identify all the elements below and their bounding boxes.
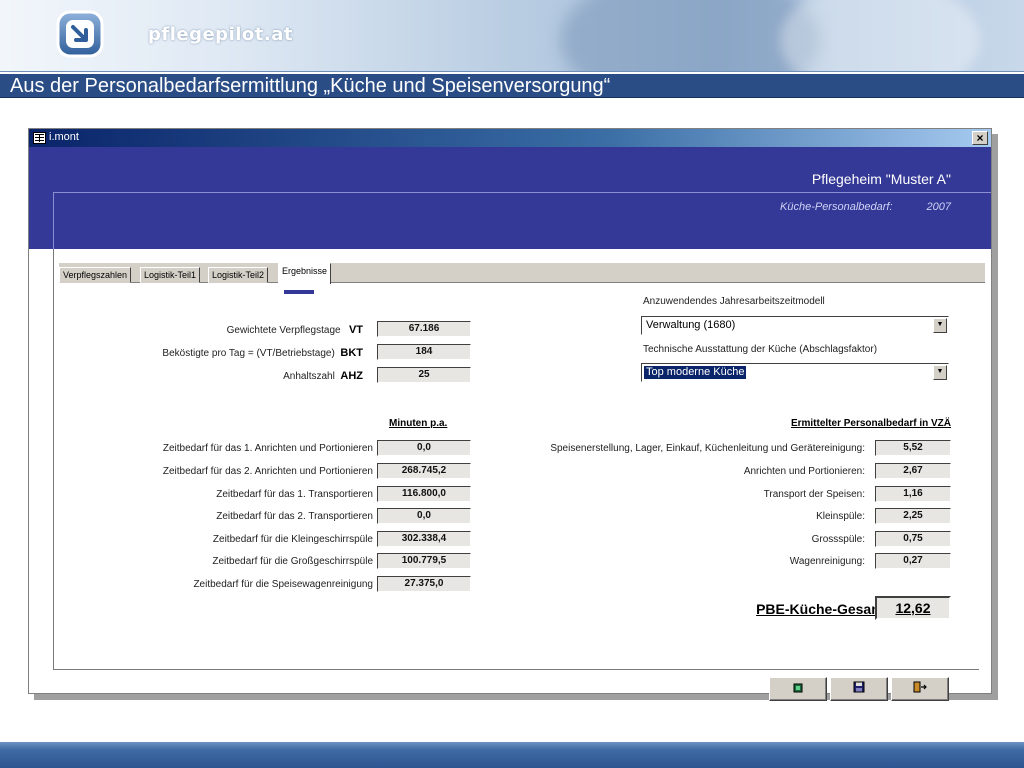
minutes-row-label: Zeitbedarf für das 2. Transportieren — [216, 511, 373, 522]
brand-name: pflegepilot.at — [148, 24, 293, 45]
minutes-row-value[interactable]: 27.375,0 — [377, 576, 471, 592]
window-title: i.mont — [49, 131, 79, 143]
staff-row-label: Kleinspüle: — [816, 511, 865, 522]
chevron-down-icon[interactable]: ▼ — [933, 365, 947, 380]
minutes-row-label: Zeitbedarf für die Kleingeschirrspüle — [212, 534, 373, 545]
tab-strip: Verpflegszahlen Logistik-Teil1 Logistik-… — [59, 263, 985, 284]
report-year: 2007 — [926, 201, 951, 213]
total-value[interactable]: 12,62 — [875, 596, 951, 620]
close-button[interactable]: × — [972, 131, 988, 145]
report-subtitle: Küche-Personalbedarf: 2007 — [780, 201, 951, 213]
staff-row-value[interactable]: 1,16 — [875, 486, 951, 502]
exit-door-icon — [913, 681, 927, 693]
staff-row-label: Grossspüle: — [811, 534, 865, 545]
equipment-select[interactable]: Top moderne Küche ▼ — [641, 363, 949, 382]
work-model-label: Anzuwendendes Jahresarbeitszeitmodell — [643, 296, 825, 307]
staff-header: Ermittelter Personalbedarf in VZÄ — [790, 418, 951, 429]
pflegepilot-logo-icon — [56, 10, 104, 58]
minutes-row-value[interactable]: 116.800,0 — [377, 486, 471, 502]
minutes-row-value[interactable]: 268.745,2 — [377, 463, 471, 479]
save-button[interactable] — [830, 677, 888, 701]
staff-row-value[interactable]: 2,67 — [875, 463, 951, 479]
minutes-row-label: Zeitbedarf für das 1. Anrichten und Port… — [162, 443, 373, 454]
bkt-label: Beköstigte pro Tag = (VT/Betriebstage) B… — [162, 347, 363, 359]
staff-row-label: Anrichten und Portionieren: — [743, 466, 865, 477]
minutes-row-value[interactable]: 100.779,5 — [377, 553, 471, 569]
bkt-field[interactable]: 184 — [377, 344, 471, 360]
ahz-label: Anhaltszahl AHZ — [283, 370, 363, 382]
staff-row-value[interactable]: 0,27 — [875, 553, 951, 569]
slide-title: Aus der Personalbedarfsermittlung „Küche… — [0, 73, 1024, 98]
vt-field[interactable]: 67.186 — [377, 321, 471, 337]
equipment-value: Top moderne Küche — [644, 366, 747, 379]
facility-name: Pflegeheim "Muster A" — [811, 171, 951, 187]
minutes-row-label: Zeitbedarf für die Großgeschirrspüle — [212, 556, 373, 567]
tab-logistik-teil2[interactable]: Logistik-Teil2 — [208, 267, 269, 283]
staff-row-label: Wagenreinigung: — [789, 556, 865, 567]
work-model-value: Verwaltung (1680) — [646, 319, 736, 331]
form-area: Pflegeheim "Muster A" Küche-Personalbeda… — [29, 147, 991, 701]
minutes-row-label: Zeitbedarf für die Speisewagenreinigung — [193, 579, 373, 590]
staff-row-value[interactable]: 2,25 — [875, 508, 951, 524]
minutes-row-value[interactable]: 302.338,4 — [377, 531, 471, 547]
total-label: PBE-Küche-Gesamt: — [756, 601, 893, 617]
footer-bar — [0, 742, 1024, 768]
tab-indicator — [284, 290, 314, 294]
form-app-icon[interactable] — [33, 132, 46, 144]
staff-row-value[interactable]: 5,52 — [875, 440, 951, 456]
slide: pflegepilot.at Aus der Personalbedarfser… — [0, 0, 1024, 768]
report-name: Küche-Personalbedarf: — [780, 201, 893, 213]
staff-row-label: Transport der Speisen: — [763, 489, 865, 500]
tab-ergebnisse[interactable]: Ergebnisse — [278, 263, 332, 284]
window-titlebar[interactable]: i.mont × — [29, 129, 991, 147]
staff-row-value[interactable]: 0,75 — [875, 531, 951, 547]
minutes-header: Minuten p.a. — [389, 418, 448, 429]
minutes-row-label: Zeitbedarf für das 2. Anrichten und Port… — [162, 466, 373, 477]
vt-label: Gewichtete Verpflegstage VT — [226, 324, 363, 336]
minutes-row-value[interactable]: 0,0 — [377, 440, 471, 456]
equipment-label: Technische Ausstattung der Küche (Abschl… — [643, 344, 878, 355]
staff-row-label: Speisenerstellung, Lager, Einkauf, Küche… — [550, 443, 865, 454]
record-icon — [793, 683, 803, 693]
tab-verpflegszahlen[interactable]: Verpflegszahlen — [59, 267, 132, 283]
application-window: i.mont × Pflegeheim "Muster A" Küche-Per… — [28, 128, 992, 701]
chevron-down-icon[interactable]: ▼ — [933, 318, 947, 333]
minutes-row-label: Zeitbedarf für das 1. Transportieren — [216, 489, 373, 500]
exit-button[interactable] — [891, 677, 949, 701]
minutes-row-value[interactable]: 0,0 — [377, 508, 471, 524]
save-disk-icon — [853, 681, 865, 693]
form-header: Pflegeheim "Muster A" Küche-Personalbeda… — [29, 147, 991, 249]
ahz-field[interactable]: 25 — [377, 367, 471, 383]
work-model-select[interactable]: Verwaltung (1680) ▼ — [641, 316, 949, 335]
header-banner: pflegepilot.at — [0, 0, 1024, 72]
tab-logistik-teil1[interactable]: Logistik-Teil1 — [140, 267, 201, 283]
record-button[interactable] — [769, 677, 827, 701]
